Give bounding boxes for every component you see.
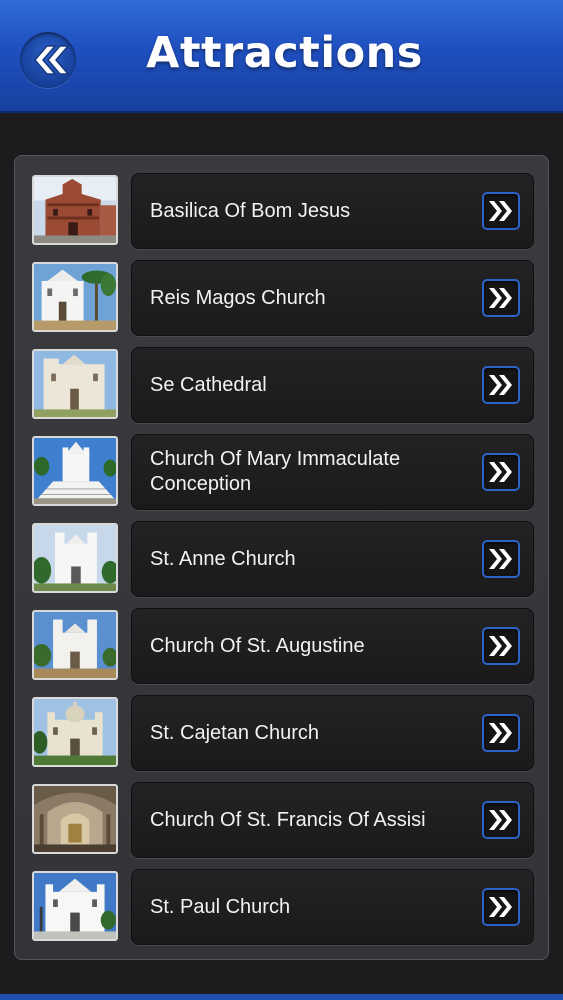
- se-cathedral-thumbnail: [32, 349, 118, 419]
- attraction-name: St. Anne Church: [150, 547, 296, 570]
- st-anne-thumbnail: [32, 523, 118, 593]
- attraction-name: St. Cajetan Church: [150, 721, 319, 744]
- list-item[interactable]: Reis Magos Church: [32, 260, 534, 336]
- attraction-name: St. Paul Church: [150, 895, 291, 918]
- double-chevron-right-icon: [489, 549, 512, 569]
- attraction-row[interactable]: St. Paul Church: [131, 869, 534, 945]
- open-attraction-button[interactable]: [482, 192, 520, 230]
- open-attraction-button[interactable]: [482, 627, 520, 665]
- double-chevron-right-icon: [489, 636, 512, 656]
- attraction-row[interactable]: Se Cathedral: [131, 347, 534, 423]
- open-attraction-button[interactable]: [482, 888, 520, 926]
- list-item[interactable]: St. Cajetan Church: [32, 695, 534, 771]
- open-attraction-button[interactable]: [482, 453, 520, 491]
- attraction-row[interactable]: Basilica Of Bom Jesus: [131, 173, 534, 249]
- open-attraction-button[interactable]: [482, 366, 520, 404]
- attraction-row[interactable]: St. Anne Church: [131, 521, 534, 597]
- attraction-row[interactable]: Church Of St. Francis Of Assisi: [131, 782, 534, 858]
- attraction-row[interactable]: St. Cajetan Church: [131, 695, 534, 771]
- double-chevron-right-icon: [489, 897, 512, 917]
- double-chevron-right-icon: [489, 201, 512, 221]
- st-augustine-thumbnail: [32, 610, 118, 680]
- open-attraction-button[interactable]: [482, 714, 520, 752]
- attraction-row[interactable]: Reis Magos Church: [131, 260, 534, 336]
- basilica-thumbnail: [32, 175, 118, 245]
- mary-immaculate-thumbnail: [32, 436, 118, 506]
- list-item[interactable]: Church Of Mary Immaculate Conception: [32, 434, 534, 510]
- page-title: Attractions: [146, 28, 423, 78]
- attraction-row[interactable]: Church Of St. Augustine: [131, 608, 534, 684]
- list-item[interactable]: St. Paul Church: [32, 869, 534, 945]
- open-attraction-button[interactable]: [482, 801, 520, 839]
- attractions-list: Basilica Of Bom Jesus Reis Magos Church …: [14, 155, 549, 960]
- attraction-name: Church Of St. Francis Of Assisi: [150, 808, 426, 831]
- double-chevron-right-icon: [489, 723, 512, 743]
- bottom-bar: [0, 994, 563, 1000]
- attraction-name: Se Cathedral: [150, 373, 267, 396]
- double-chevron-right-icon: [489, 375, 512, 395]
- double-chevron-right-icon: [489, 288, 512, 308]
- st-francis-thumbnail: [32, 784, 118, 854]
- app-header: Attractions: [0, 0, 563, 113]
- attraction-name: Church Of Mary Immaculate Conception: [150, 448, 401, 495]
- attraction-name: Church Of St. Augustine: [150, 634, 365, 657]
- attraction-row[interactable]: Church Of Mary Immaculate Conception: [131, 434, 534, 510]
- list-item[interactable]: Se Cathedral: [32, 347, 534, 423]
- attraction-name: Basilica Of Bom Jesus: [150, 199, 351, 222]
- reis-magos-thumbnail: [32, 262, 118, 332]
- open-attraction-button[interactable]: [482, 540, 520, 578]
- open-attraction-button[interactable]: [482, 279, 520, 317]
- list-item[interactable]: Basilica Of Bom Jesus: [32, 173, 534, 249]
- attraction-name: Reis Magos Church: [150, 286, 326, 309]
- double-chevron-right-icon: [489, 462, 512, 482]
- double-chevron-right-icon: [489, 810, 512, 830]
- list-item[interactable]: St. Anne Church: [32, 521, 534, 597]
- st-paul-thumbnail: [32, 871, 118, 941]
- st-cajetan-thumbnail: [32, 697, 118, 767]
- list-item[interactable]: Church Of St. Francis Of Assisi: [32, 782, 534, 858]
- list-item[interactable]: Church Of St. Augustine: [32, 608, 534, 684]
